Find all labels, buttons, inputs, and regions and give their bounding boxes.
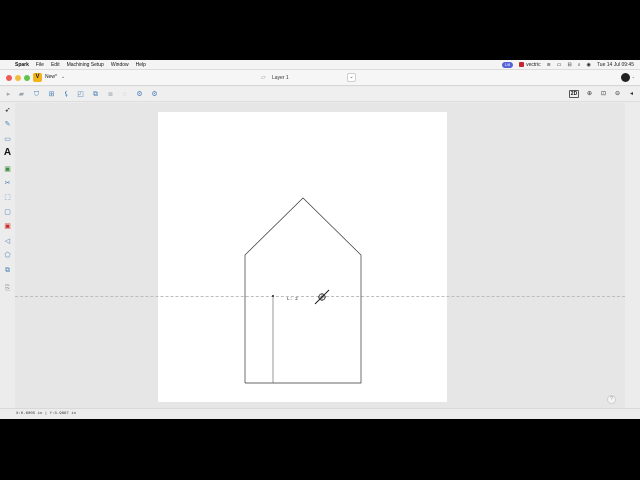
material-setup-icon[interactable]: ▰ bbox=[17, 90, 26, 99]
draw-rectangle-tool-icon[interactable]: ▭ bbox=[3, 135, 12, 144]
battery-icon[interactable]: ▭ bbox=[557, 62, 562, 68]
house-outline-vector bbox=[244, 197, 362, 384]
zoom-out-icon[interactable]: ⊖ bbox=[613, 90, 622, 99]
menu-edit[interactable]: Edit bbox=[51, 62, 60, 68]
vectric-status-item[interactable]: vectric bbox=[519, 62, 541, 68]
zoom-in-icon[interactable]: ⊕ bbox=[585, 90, 594, 99]
control-center-icon[interactable]: ⊟ bbox=[568, 62, 572, 68]
cursor-coordinates: X:0.6005 in | Y:3.9867 in bbox=[16, 412, 77, 416]
view-mode-2d-button[interactable]: 2D bbox=[569, 90, 579, 98]
draw-rounded-rectangle-icon[interactable]: ▢ bbox=[3, 208, 12, 217]
vector-drawing[interactable] bbox=[15, 103, 625, 408]
group-objects-icon[interactable]: ⧉ bbox=[91, 90, 100, 99]
fillet-tool-icon[interactable]: ▣ bbox=[3, 222, 12, 231]
weld-vectors-icon[interactable]: ◌ bbox=[120, 90, 129, 99]
line-length-readout: L: 2 bbox=[287, 297, 298, 302]
status-pill[interactable]: 1/8 bbox=[501, 62, 514, 68]
document-name[interactable]: New* bbox=[45, 74, 57, 80]
minimize-window-button[interactable] bbox=[15, 75, 21, 81]
layer-dropdown-chevron-icon[interactable]: ⌄ bbox=[347, 73, 356, 82]
help-button[interactable]: ? bbox=[607, 395, 616, 404]
vectric-logo-icon bbox=[519, 62, 525, 68]
text-tool-icon[interactable]: A bbox=[3, 148, 12, 158]
align-objects-icon[interactable]: ◰ bbox=[76, 90, 85, 99]
system-menu-bar: Spark File Edit Machining Setup Window H… bbox=[0, 60, 640, 70]
account-menu-chevron-icon[interactable]: ⌄ bbox=[632, 74, 635, 79]
preview-toolpath-icon[interactable]: ⚙ bbox=[150, 90, 159, 99]
layer-selector-label[interactable]: Layer 1 bbox=[272, 75, 289, 81]
clock[interactable]: Tue 14 Jul 09:45 bbox=[597, 62, 634, 68]
zoom-window-button[interactable] bbox=[24, 75, 30, 81]
design-canvas[interactable]: L: 2 ? bbox=[15, 103, 625, 408]
expand-right-panel-icon[interactable]: ◂ bbox=[627, 90, 636, 99]
draw-line-tool-icon[interactable]: ✎ bbox=[3, 120, 12, 129]
offset-tool-icon[interactable]: ⬚ bbox=[3, 193, 12, 202]
line-start-node bbox=[272, 295, 274, 297]
close-window-button[interactable] bbox=[6, 75, 12, 81]
ungroup-objects-icon[interactable]: ⧈ bbox=[106, 90, 115, 99]
draw-polyline-tool-icon[interactable]: ◁ bbox=[3, 237, 12, 246]
select-tool-icon[interactable]: ➶ bbox=[3, 106, 12, 115]
left-tool-rail: ➶ ✎ ▭ A ▣ ✂ ⬚ ▢ ▣ ◁ ⬠ ⧉ ⎘ bbox=[0, 103, 15, 408]
menu-file[interactable]: File bbox=[36, 62, 44, 68]
menu-window[interactable]: Window bbox=[111, 62, 129, 68]
expand-left-panel-icon[interactable]: ▸ bbox=[4, 90, 13, 99]
node-edit-icon[interactable]: ⚸ bbox=[62, 90, 71, 99]
draw-polygon-tool-icon[interactable]: ⬠ bbox=[3, 251, 12, 260]
drawing-cursor-icon bbox=[314, 289, 330, 305]
menu-machining-setup[interactable]: Machining Setup bbox=[67, 62, 104, 68]
spotlight-search-icon[interactable]: ⌕ bbox=[578, 62, 581, 68]
wifi-icon[interactable]: ≋ bbox=[547, 62, 551, 68]
layer-icon: ▱ bbox=[261, 75, 266, 81]
menu-help[interactable]: Help bbox=[136, 62, 146, 68]
scissors-tool-icon[interactable]: ✂ bbox=[3, 179, 12, 188]
shield-shape-icon[interactable]: ⛉ bbox=[32, 90, 41, 99]
siri-icon[interactable]: ◉ bbox=[587, 62, 591, 68]
app-logo-icon: V bbox=[33, 73, 42, 82]
clipboard-tool-icon[interactable]: ⎘ bbox=[3, 284, 12, 293]
menu-bar-status-area: 1/8 vectric ≋ ▭ ⊟ ⌕ ◉ Tue 14 Jul 09:45 bbox=[501, 60, 634, 70]
main-toolbar: ▸ ▰ ⛉ ⊞ ⚸ ◰ ⧉ ⧈ ◌ ⚙ ⚙ 2D ⊕ ⊡ ⊖ ◂ bbox=[0, 87, 640, 102]
user-avatar-icon[interactable] bbox=[621, 73, 630, 82]
status-bar: X:0.6005 in | Y:3.9867 in bbox=[0, 408, 640, 419]
window-title-bar: V New* ⌄ ▱ Layer 1 ⌄ ⌄ bbox=[0, 70, 640, 86]
menu-app-name[interactable]: Spark bbox=[15, 62, 29, 68]
toolpath-icon[interactable]: ⚙ bbox=[135, 90, 144, 99]
document-menu-chevron-icon[interactable]: ⌄ bbox=[61, 74, 65, 80]
zoom-to-fit-icon[interactable]: ⊡ bbox=[599, 90, 608, 99]
import-image-tool-icon[interactable]: ▣ bbox=[3, 165, 12, 174]
grid-snap-icon[interactable]: ⊞ bbox=[47, 90, 56, 99]
app-screen: Spark File Edit Machining Setup Window H… bbox=[0, 60, 640, 419]
array-copy-tool-icon[interactable]: ⧉ bbox=[3, 266, 12, 275]
